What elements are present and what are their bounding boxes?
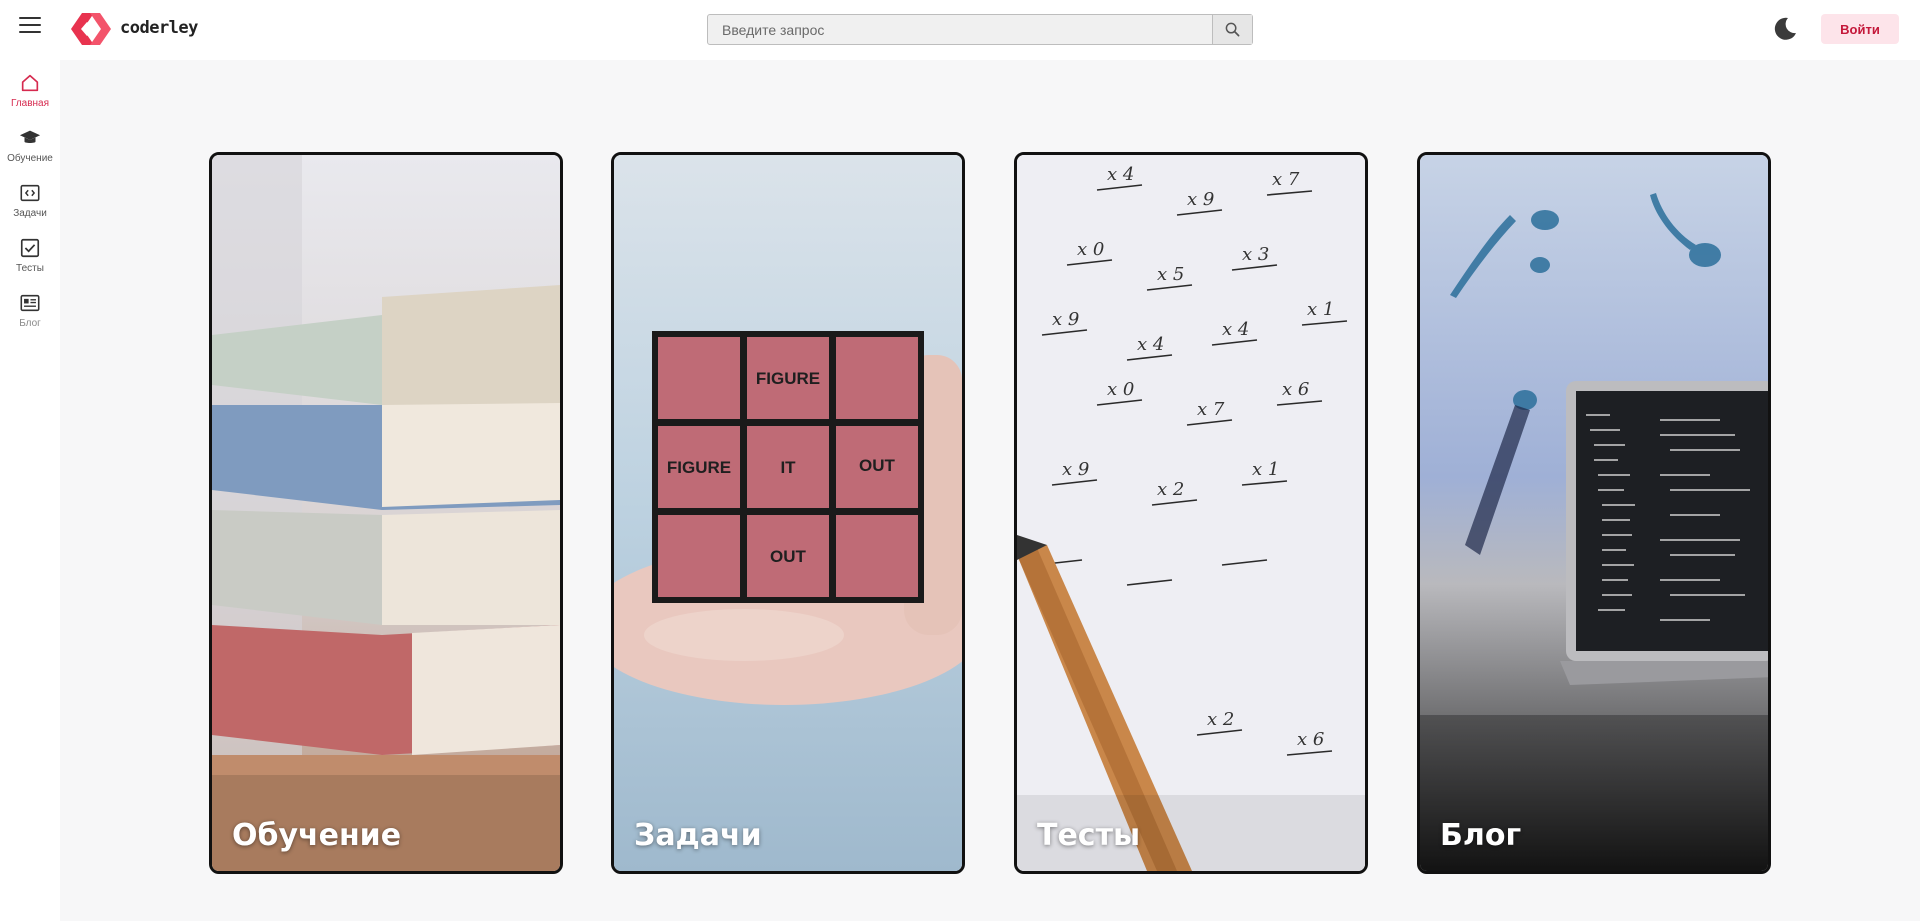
svg-text:x 6: x 6 bbox=[1297, 729, 1324, 750]
svg-text:x 3: x 3 bbox=[1242, 244, 1269, 265]
search-input[interactable] bbox=[708, 15, 1212, 44]
graduation-cap-icon bbox=[19, 130, 41, 144]
code-icon bbox=[20, 184, 40, 202]
sidebar: Главная Обучение Задачи Тесты Блог bbox=[0, 60, 60, 921]
moon-icon bbox=[1774, 17, 1796, 40]
card-title: Блог bbox=[1440, 818, 1522, 853]
card-tests[interactable]: x 4 x 9 x 7 x 0 x 5 x 3 x 9 x 4 x 4 x 1 x 0 x 7 x… bbox=[1014, 152, 1368, 874]
cube-text: IT bbox=[780, 458, 796, 477]
math-worksheet-image: x 4 x 9 x 7 x 0 x 5 x 3 x 9 x 4 x 4 x 1 x 0 x 7 x… bbox=[1017, 155, 1365, 871]
search-button[interactable] bbox=[1212, 15, 1252, 44]
svg-text:x 7: x 7 bbox=[1272, 169, 1300, 190]
search-icon bbox=[1225, 22, 1240, 37]
books-image bbox=[212, 155, 560, 871]
sidebar-item-label: Главная bbox=[10, 98, 50, 109]
svg-text:x 0: x 0 bbox=[1107, 379, 1134, 400]
svg-text:x 2: x 2 bbox=[1207, 709, 1234, 730]
svg-text:x 2: x 2 bbox=[1157, 479, 1184, 500]
login-button[interactable]: Войти bbox=[1821, 14, 1899, 44]
sidebar-item-tasks[interactable]: Задачи bbox=[0, 182, 60, 232]
sidebar-item-label: Тесты bbox=[16, 263, 44, 274]
cube-text: FIGURE bbox=[756, 369, 820, 388]
cube-text: OUT bbox=[770, 547, 807, 566]
card-learning[interactable]: Обучение bbox=[209, 152, 563, 874]
svg-text:x 1: x 1 bbox=[1252, 459, 1279, 480]
checkbox-icon bbox=[20, 238, 40, 258]
svg-text:x 4: x 4 bbox=[1222, 319, 1249, 340]
svg-text:x 9: x 9 bbox=[1062, 459, 1089, 480]
sidebar-item-label: Задачи bbox=[13, 208, 47, 219]
top-header: coderley Войти bbox=[0, 0, 1920, 60]
card-title: Задачи bbox=[634, 818, 762, 853]
laptop-image bbox=[1420, 155, 1768, 871]
svg-text:x 6: x 6 bbox=[1282, 379, 1309, 400]
search-bar bbox=[707, 14, 1253, 45]
svg-text:x 9: x 9 bbox=[1052, 309, 1079, 330]
sidebar-item-label: Блог bbox=[19, 318, 41, 329]
sidebar-item-learning[interactable]: Обучение bbox=[0, 127, 60, 177]
brand-name[interactable]: coderley bbox=[120, 18, 198, 38]
card-blog[interactable]: Блог bbox=[1417, 152, 1771, 874]
sidebar-item-home[interactable]: Главная bbox=[0, 72, 60, 122]
svg-text:x 4: x 4 bbox=[1107, 164, 1134, 185]
svg-text:x 7: x 7 bbox=[1197, 399, 1225, 420]
puzzle-cube-image: FIGURE FIGURE IT OUT OUT bbox=[614, 155, 962, 871]
svg-text:x 4: x 4 bbox=[1137, 334, 1164, 355]
svg-text:x 0: x 0 bbox=[1077, 239, 1104, 260]
newspaper-icon bbox=[20, 294, 40, 312]
hamburger-menu-icon[interactable] bbox=[19, 17, 41, 35]
card-title: Обучение bbox=[232, 818, 402, 853]
svg-text:x 1: x 1 bbox=[1307, 299, 1334, 320]
card-tasks[interactable]: FIGURE FIGURE IT OUT OUT Задачи bbox=[611, 152, 965, 874]
sidebar-item-tests[interactable]: Тесты bbox=[0, 237, 60, 287]
cube-text: FIGURE bbox=[667, 458, 731, 477]
theme-toggle-button[interactable] bbox=[1772, 16, 1798, 42]
home-icon bbox=[21, 74, 39, 92]
sidebar-item-blog[interactable]: Блог bbox=[0, 292, 60, 342]
sidebar-item-label: Обучение bbox=[7, 153, 53, 164]
svg-text:x 9: x 9 bbox=[1187, 189, 1214, 210]
coderley-logo[interactable] bbox=[70, 10, 112, 48]
card-title: Тесты bbox=[1037, 818, 1141, 853]
cube-text: OUT bbox=[859, 456, 896, 475]
svg-text:x 5: x 5 bbox=[1157, 264, 1184, 285]
